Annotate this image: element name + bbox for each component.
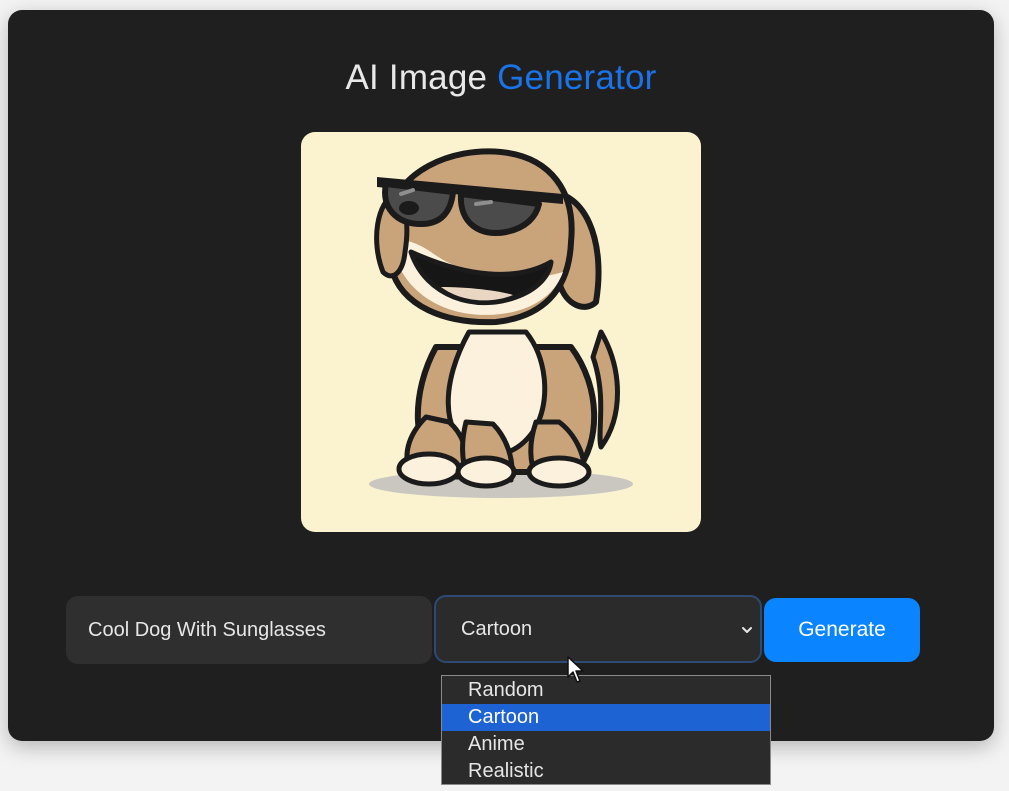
style-select-value: Cartoon	[461, 618, 533, 640]
prompt-input[interactable]	[66, 596, 432, 664]
dropdown-option-anime[interactable]: Anime	[442, 731, 770, 758]
dropdown-option-random[interactable]: Random	[442, 677, 770, 704]
style-select[interactable]: Cartoon	[434, 595, 762, 663]
style-dropdown-list: Random Cartoon Anime Realistic	[441, 675, 771, 785]
page-title: AI Image Generator	[8, 58, 994, 98]
dropdown-option-realistic[interactable]: Realistic	[442, 758, 770, 785]
dropdown-option-cartoon[interactable]: Cartoon	[442, 704, 770, 731]
generated-image	[301, 132, 701, 532]
mouse-cursor-icon	[567, 656, 584, 683]
chevron-down-icon	[742, 627, 752, 633]
title-accent: Generator	[497, 58, 657, 97]
generate-button[interactable]: Generate	[764, 598, 920, 662]
title-main: AI Image	[345, 58, 488, 97]
